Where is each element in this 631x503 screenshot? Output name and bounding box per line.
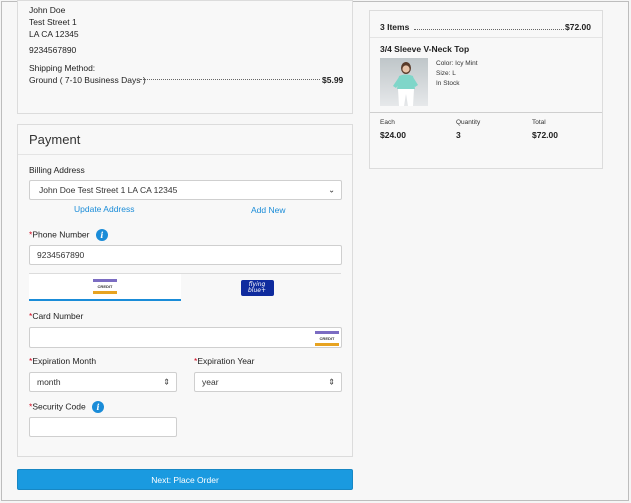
billing-address-label: Billing Address — [29, 165, 85, 175]
expiration-month-label: *Expiration Month — [29, 356, 96, 366]
product-stock: In Stock — [436, 80, 460, 87]
divider — [370, 112, 602, 113]
expiration-month-select[interactable]: month ⇕ — [29, 372, 177, 392]
expiration-year-value: year — [202, 377, 219, 387]
expiration-month-value: month — [37, 377, 61, 387]
items-count: 3 Items — [380, 22, 410, 32]
payment-title: Payment — [29, 132, 81, 147]
security-code-label: *Security Code i — [29, 401, 105, 413]
product-image[interactable] — [380, 58, 428, 106]
phone-number-input[interactable]: 9234567890 — [29, 245, 342, 265]
divider — [370, 37, 602, 38]
security-code-label-text: Security Code — [32, 401, 86, 412]
expiration-year-label: *Expiration Year — [194, 356, 255, 366]
payment-method-tabs: CREDIT flying blue+ — [29, 273, 341, 301]
dotted-leader — [140, 73, 320, 80]
items-total: $72.00 — [565, 22, 591, 32]
info-icon[interactable]: i — [92, 401, 105, 413]
security-code-input[interactable] — [29, 417, 177, 437]
tab-credit-card[interactable]: CREDIT — [29, 274, 181, 301]
product-name: 3/4 Sleeve V-Neck Top — [380, 44, 470, 54]
ship-name: John Doe — [29, 5, 66, 15]
tab-flying-blue[interactable]: flying blue+ — [181, 274, 333, 301]
phone-number-label: *Phone Number i — [29, 229, 108, 241]
update-address-link[interactable]: Update Address — [74, 204, 134, 214]
shipping-price: $5.99 — [322, 75, 344, 85]
add-new-link[interactable]: Add New — [251, 205, 286, 215]
card-number-input[interactable]: CREDIT — [29, 327, 342, 348]
card-number-label: *Card Number — [29, 311, 83, 321]
dotted-leader — [414, 23, 564, 30]
ship-street: Test Street 1 — [29, 17, 77, 27]
card-number-label-text: Card Number — [32, 311, 84, 321]
phone-number-value: 9234567890 — [37, 250, 85, 260]
chevron-down-icon: ⌄ — [328, 185, 335, 195]
expiration-year-select[interactable]: year ⇕ — [194, 372, 342, 392]
next-place-order-button[interactable]: Next: Place Order — [17, 469, 353, 490]
ship-phone: 9234567890 — [29, 45, 77, 55]
order-summary-card: 3 Items $72.00 3/4 Sleeve V-Neck Top Col… — [369, 10, 603, 169]
billing-address-value: John Doe Test Street 1 LA CA 12345 — [39, 185, 178, 195]
each-value: $24.00 — [380, 130, 406, 140]
billing-address-select[interactable]: John Doe Test Street 1 LA CA 12345 ⌄ — [29, 180, 342, 200]
total-value: $72.00 — [532, 130, 558, 140]
ship-city: LA CA 12345 — [29, 29, 79, 39]
checkout-page: John Doe Test Street 1 LA CA 12345 92345… — [1, 0, 629, 501]
updown-icon: ⇕ — [163, 377, 170, 387]
credit-card-icon: CREDIT — [93, 279, 117, 294]
shipping-address-card: John Doe Test Street 1 LA CA 12345 92345… — [17, 0, 353, 114]
flying-blue-logo-icon: flying blue+ — [240, 279, 274, 296]
shipping-method-label: Shipping Method: — [29, 63, 96, 73]
divider — [18, 154, 352, 155]
total-label: Total — [532, 119, 546, 126]
expiration-year-label-text: Expiration Year — [197, 356, 255, 366]
phone-number-label-text: Phone Number — [32, 229, 90, 240]
shipping-method: Ground ( 7-10 Business Days ) — [29, 75, 146, 85]
quantity-label: Quantity — [456, 119, 481, 126]
each-label: Each — [380, 119, 395, 126]
expiration-month-label-text: Expiration Month — [32, 356, 97, 366]
quantity-value: 3 — [456, 130, 461, 140]
updown-icon: ⇕ — [328, 377, 335, 387]
product-size: Size: L — [436, 70, 456, 77]
product-color: Color: Icy Mint — [436, 60, 478, 67]
info-icon[interactable]: i — [95, 229, 108, 241]
credit-card-icon: CREDIT — [315, 331, 339, 346]
payment-card: Payment Billing Address John Doe Test St… — [17, 124, 353, 457]
